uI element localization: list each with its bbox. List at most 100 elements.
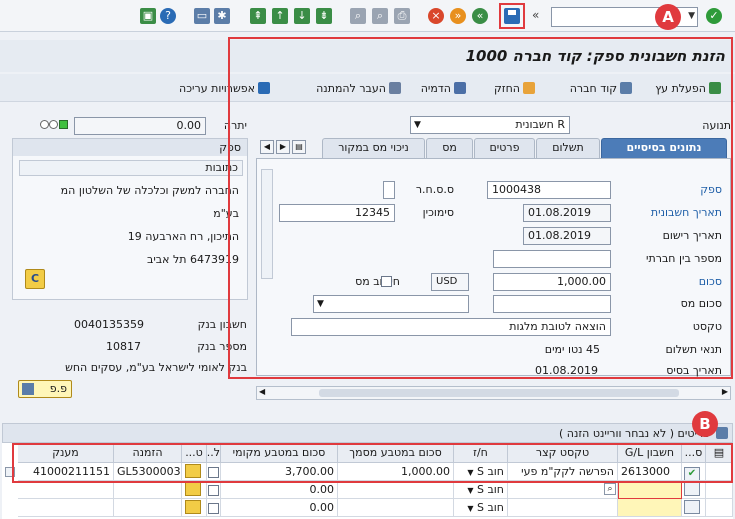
scroll-right-icon[interactable]: ▶ [722,387,728,396]
address-detail-icon[interactable]: C [25,269,45,289]
open-items-button[interactable]: פ.פ [18,380,72,398]
row-local-amount[interactable]: 0.00 [221,499,338,517]
row-checkbox[interactable] [208,485,219,496]
exit-icon[interactable]: » [450,8,466,24]
row-order[interactable]: GL5300003 [114,463,182,481]
vendor-label[interactable]: ספק [700,183,722,196]
row-short-text[interactable]: ⌕ [508,481,618,499]
chevron-down-icon[interactable]: ▼ [467,504,473,513]
col-doc-amount[interactable]: סכום במטבע מסמך [338,443,454,463]
row-local-amount[interactable]: 0.00 [221,481,338,499]
col-order[interactable]: הזמנה [114,443,182,463]
text-field[interactable]: הוצאה לטובת מלגות [291,318,611,336]
chevron-down-icon[interactable]: ▼ [688,11,695,21]
action-company-code[interactable]: קוד חברה [570,82,632,95]
col-debit-credit[interactable]: ח/ז [454,443,508,463]
row-short-text[interactable] [508,499,618,517]
row-select[interactable] [706,499,733,517]
invoice-date-field[interactable]: 01.08.2019 [523,204,611,222]
col-l[interactable]: ל... [207,443,221,463]
row-order[interactable] [114,499,182,517]
help-icon[interactable]: ? [160,8,176,24]
col-grant[interactable]: מענק [18,443,114,463]
row-marker-icon[interactable] [5,467,15,477]
row-local-amount[interactable]: 3,700.00 [221,463,338,481]
find-icon[interactable]: ⌕ [350,8,366,24]
chevron-down-icon[interactable]: ▼ [414,117,421,133]
row-l[interactable] [207,481,221,499]
action-editing-options[interactable]: אפשרויות עריכה [179,82,270,95]
col-gl-account[interactable]: חשבון G/L [618,443,682,463]
shortcut-icon[interactable]: ✱ [214,8,230,24]
table-row[interactable] [682,481,706,499]
table-row[interactable] [682,499,706,517]
last-page-icon[interactable]: ⇟ [316,8,332,24]
scroll-left-icon[interactable]: ◀ [259,387,265,396]
sshr-field[interactable] [383,181,395,199]
row-debit-credit[interactable]: חוב S ▼ [454,499,508,517]
row-t[interactable] [182,481,207,499]
search-help-icon[interactable]: ⌕ [604,483,616,495]
row-grant[interactable] [18,481,114,499]
amount-field[interactable]: 1,000.00 [493,273,611,291]
tax-code-select[interactable]: ▼ [313,295,469,313]
table-settings-icon[interactable] [716,427,728,439]
tax-amount-field[interactable] [493,295,611,313]
monitor-icon[interactable]: ▣ [140,8,156,24]
row-doc-amount[interactable] [338,481,454,499]
row-select[interactable] [706,463,733,481]
row-checkbox[interactable] [208,467,219,478]
row-l[interactable] [207,499,221,517]
horizontal-scrollbar[interactable]: ◀ ▶ [256,386,731,400]
row-order[interactable] [114,481,182,499]
find-next-icon[interactable]: ⌕ [372,8,388,24]
calc-tax-checkbox[interactable] [381,276,392,287]
previous-page-icon[interactable]: ↑ [272,8,288,24]
action-tree[interactable]: הפעלת עץ [655,82,721,95]
chevron-down-icon[interactable]: ▼ [317,296,324,312]
tab-details[interactable]: פרטים [474,138,535,158]
action-simulate[interactable]: הדמיה [421,82,466,95]
col-local-amount[interactable]: סכום במטבע מקומי [221,443,338,463]
first-page-icon[interactable]: ⇞ [250,8,266,24]
toolbar-chevron[interactable]: « [532,8,539,22]
row-gl-account[interactable]: 2613000 [618,463,682,481]
col-short-text[interactable]: טקסט קצר [508,443,618,463]
action-hold[interactable]: החזק [494,82,535,95]
currency-field[interactable]: USD [431,273,469,291]
invoice-date-label[interactable]: תאריך חשבונית [651,206,722,219]
chevron-down-icon[interactable]: ▼ [467,486,473,495]
col-status[interactable]: ס... [682,443,706,463]
reference-field[interactable]: 12345 [279,204,395,222]
transaction-select[interactable]: R חשבונית ▼ [410,116,570,134]
scrollbar-thumb[interactable] [319,389,679,397]
print-icon[interactable]: ⎙ [394,8,410,24]
tab-basic-data[interactable]: נתונים בסיסיים [601,138,727,158]
tab-tax[interactable]: מס [426,138,473,158]
col-t[interactable]: ט... [182,443,207,463]
vendor-field[interactable]: 1000438 [487,181,611,199]
row-doc-amount[interactable] [338,499,454,517]
tab-scroll-right-icon[interactable]: ▶ [276,140,290,154]
save-icon[interactable] [504,8,520,24]
action-park[interactable]: העבר להמתנה [316,82,401,95]
vertical-scrollbar[interactable] [261,169,273,279]
enter-icon[interactable]: ✓ [706,8,722,24]
cancel-icon[interactable]: × [428,8,444,24]
row-doc-amount[interactable]: 1,000.00 [338,463,454,481]
intercompany-field[interactable] [493,250,611,268]
row-t[interactable] [182,499,207,517]
tab-list-icon[interactable]: ▤ [292,140,306,154]
chevron-down-icon[interactable]: ▼ [467,468,473,477]
row-grant[interactable] [18,499,114,517]
col-selector[interactable]: ▤ [706,443,733,463]
next-page-icon[interactable]: ↓ [294,8,310,24]
posting-date-field[interactable]: 01.08.2019 [523,227,611,245]
row-debit-credit[interactable]: חוב S ▼ [454,481,508,499]
amount-label[interactable]: סכום [699,275,722,288]
row-l[interactable] [207,463,221,481]
row-t[interactable] [182,463,207,481]
pencil-icon[interactable] [185,482,201,496]
tab-withholding-tax[interactable]: ניכוי מס במקור [322,138,425,158]
pencil-icon[interactable] [185,464,201,478]
